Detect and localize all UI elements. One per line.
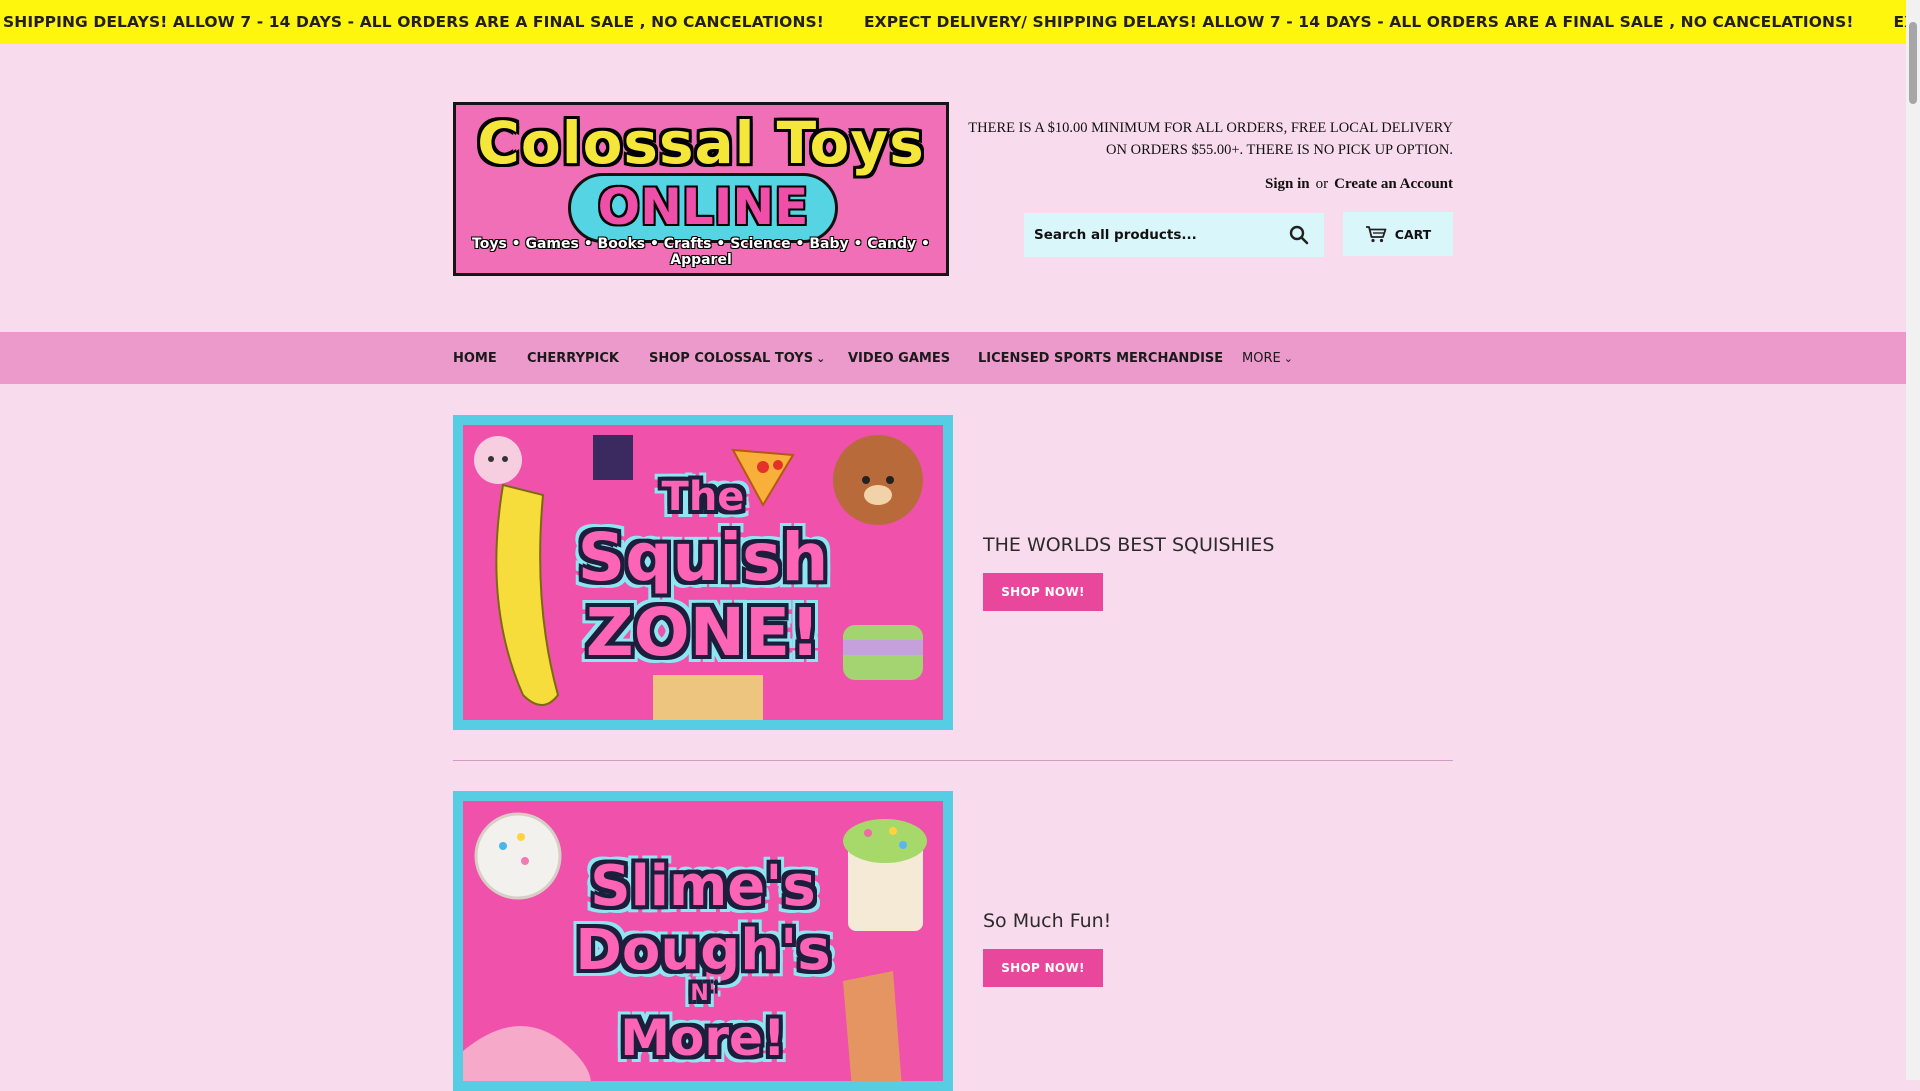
create-account-link[interactable]: Create an Account	[1334, 176, 1453, 192]
section-divider	[453, 760, 1453, 761]
banner-title-line: Dough's	[575, 918, 831, 983]
feature-caption: THE WORLDS BEST SQUISHIES	[983, 534, 1275, 556]
squish-zone-banner[interactable]: The Squish ZONE!	[453, 415, 953, 730]
sign-in-link[interactable]: Sign in	[1265, 176, 1310, 192]
nav-label: CHERRYPICK	[527, 350, 620, 366]
order-notice: THERE IS A $10.00 MINIMUM FOR ALL ORDERS…	[968, 120, 1453, 158]
search-input[interactable]	[1024, 213, 1272, 257]
banner-title-line: More!	[620, 1009, 786, 1067]
account-links: Sign in or Create an Account	[1265, 176, 1453, 193]
account-or: or	[1315, 176, 1329, 192]
announcement-bar: SHIPPING DELAYS! ALLOW 7 - 14 DAYS - ALL…	[0, 0, 1906, 44]
slime-dough-banner[interactable]: Slime's Dough's N' More!	[453, 791, 953, 1091]
shop-now-button[interactable]: SHOP NOW!	[983, 573, 1103, 611]
banner-image: Slime's Dough's N' More!	[463, 801, 943, 1081]
announcement-track: SHIPPING DELAYS! ALLOW 7 - 14 DAYS - ALL…	[3, 0, 1906, 44]
banner-title-line: The	[661, 474, 745, 520]
nav-item-shop-colossal-toys[interactable]: SHOP COLOSSAL TOYS ⌄	[649, 332, 825, 384]
logo-categories: Toys • Games • Books • Crafts • Science …	[472, 236, 930, 268]
banner-image: The Squish ZONE!	[463, 425, 943, 720]
announcement-message: EXPECT DELIVERY/ SHIPPING DELAYS! ALLOW …	[863, 13, 1854, 31]
scrollbar-thumb[interactable]	[1909, 22, 1917, 104]
nav-item-cherrypick[interactable]: CHERRYPICK	[527, 332, 619, 384]
shop-now-button[interactable]: SHOP NOW!	[983, 949, 1103, 987]
logo-title: Colossal Toys	[477, 109, 925, 177]
site-logo[interactable]: Colossal Toys ONLINE Toys • Games • Book…	[453, 102, 949, 276]
search-icon	[1289, 225, 1309, 245]
main-nav: HOME CHERRYPICK SHOP COLOSSAL TOYS ⌄ VIDE…	[0, 332, 1906, 384]
feature-caption: So Much Fun!	[983, 910, 1112, 932]
search-form	[1024, 213, 1324, 257]
cart-label: CART	[1394, 226, 1432, 242]
nav-item-licensed-sports-merchandise[interactable]: LICENSED SPORTS MERCHANDISE	[978, 332, 1223, 384]
nav-item-home[interactable]: HOME	[453, 332, 497, 384]
announcement-message: SHIPPING DELAYS! ALLOW 7 - 14 DAYS - ALL…	[3, 13, 824, 31]
logo-subtitle: ONLINE	[597, 178, 809, 236]
cart-icon	[1365, 226, 1387, 243]
nav-label: LICENSED SPORTS MERCHANDISE	[978, 350, 1224, 366]
banner-title-line: Slime's	[590, 854, 816, 919]
nav-label: HOME	[453, 350, 497, 366]
announcement-message: EXPECT DELIVERY/ SHIPPING DELAYS! ALLOW …	[1893, 13, 1906, 31]
nav-item-more[interactable]: MORE ⌄	[1242, 332, 1293, 384]
cart-button[interactable]: CART	[1343, 212, 1453, 256]
page-scrollbar[interactable]	[1906, 0, 1920, 1080]
nav-label: MORE	[1242, 350, 1281, 366]
search-button[interactable]	[1274, 213, 1324, 257]
chevron-down-icon: ⌄	[816, 351, 826, 365]
nav-label: VIDEO GAMES	[848, 350, 951, 366]
banner-title-line: Squish	[577, 519, 829, 596]
banner-title-line: N'	[690, 981, 716, 1006]
nav-label: SHOP COLOSSAL TOYS	[649, 350, 814, 366]
banner-title-line: ZONE!	[585, 594, 821, 671]
nav-item-video-games[interactable]: VIDEO GAMES	[848, 332, 950, 384]
chevron-down-icon: ⌄	[1283, 351, 1293, 365]
logo-pill: ONLINE	[568, 173, 838, 243]
